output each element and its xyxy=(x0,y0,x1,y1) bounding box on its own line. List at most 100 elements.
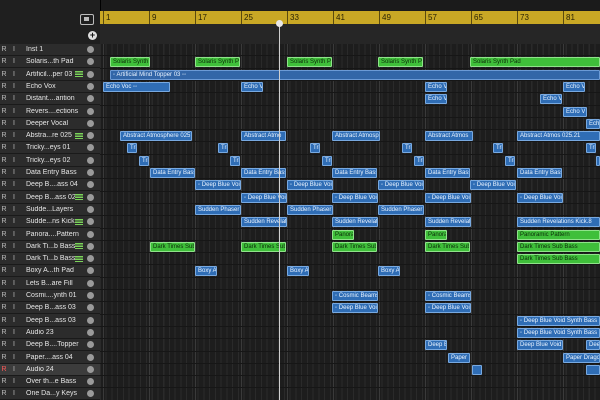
volume-knob[interactable] xyxy=(87,218,94,226)
record-enable-button[interactable]: R xyxy=(0,354,8,361)
region[interactable]: Echo V xyxy=(540,94,562,105)
input-monitor-button[interactable]: I xyxy=(8,218,20,225)
record-enable-button[interactable]: R xyxy=(0,292,8,299)
track-row[interactable]: R I Over th...e Bass xyxy=(0,376,100,389)
region[interactable]: Echo V xyxy=(241,81,263,92)
volume-knob[interactable] xyxy=(87,242,94,250)
input-monitor-button[interactable]: I xyxy=(8,71,20,78)
input-monitor-button[interactable]: I xyxy=(8,46,20,53)
volume-knob[interactable] xyxy=(87,205,94,213)
volume-knob[interactable] xyxy=(87,107,94,115)
volume-knob[interactable] xyxy=(87,95,94,103)
record-enable-button[interactable]: R xyxy=(0,341,8,348)
track-row[interactable]: R I Boxy A...th Pad xyxy=(0,265,100,278)
region[interactable]: Solaris Synth Pad xyxy=(470,57,600,68)
region[interactable]: ◦ Deep Blue Void Synth Bass 03 xyxy=(517,327,600,338)
input-monitor-button[interactable]: I xyxy=(8,169,20,176)
arrange-area[interactable]: Solaris Synth Solaris Synth Pa Solaris Syn… xyxy=(100,44,600,400)
record-enable-button[interactable]: R xyxy=(0,206,8,213)
region[interactable]: Data Entry Bass xyxy=(425,168,470,178)
record-enable-button[interactable]: R xyxy=(0,71,8,78)
input-monitor-button[interactable]: I xyxy=(8,366,20,373)
region[interactable]: ◦ Deep Blue Void xyxy=(470,180,516,191)
input-monitor-button[interactable]: I xyxy=(8,267,20,274)
volume-knob[interactable] xyxy=(87,316,94,324)
playhead[interactable] xyxy=(279,22,280,400)
track-row[interactable]: R I Artificil...per 03 xyxy=(0,69,100,81)
region[interactable]: Boxy A xyxy=(378,266,400,277)
input-monitor-button[interactable]: I xyxy=(8,231,20,238)
ruler-bar-9[interactable]: 9 xyxy=(149,11,156,24)
region[interactable]: Tri xyxy=(127,143,137,154)
region[interactable] xyxy=(472,364,482,375)
region[interactable]: Tri xyxy=(493,143,503,154)
region[interactable]: Boxy A xyxy=(195,266,217,277)
volume-knob[interactable] xyxy=(87,58,94,66)
region[interactable]: Echo Voc ◦◦ xyxy=(103,81,170,92)
track-row[interactable]: R I Echo Vox xyxy=(0,81,100,93)
record-enable-button[interactable]: R xyxy=(0,132,8,139)
region[interactable]: Sudden Revelati xyxy=(332,217,378,228)
track-row[interactable]: R I Deep B...ass 03 xyxy=(0,302,100,315)
volume-knob[interactable] xyxy=(87,353,94,361)
input-monitor-button[interactable]: I xyxy=(8,255,20,262)
track-row[interactable]: R I Lets B...are Fill xyxy=(0,278,100,290)
region[interactable]: Deep Blue Void xyxy=(517,340,563,351)
region[interactable]: Paper D xyxy=(448,352,470,363)
input-monitor-button[interactable]: I xyxy=(8,280,20,287)
record-enable-button[interactable]: R xyxy=(0,243,8,250)
track-row[interactable]: R I Inst 1 xyxy=(0,44,100,56)
input-monitor-button[interactable]: I xyxy=(8,329,20,336)
region[interactable] xyxy=(586,364,600,375)
record-enable-button[interactable]: R xyxy=(0,231,8,238)
input-monitor-button[interactable]: I xyxy=(8,243,20,250)
track-row[interactable]: R I Deeper Vocal xyxy=(0,118,100,130)
track-row[interactable]: R I Dark Ti...b Bass xyxy=(0,241,100,253)
region[interactable]: Tri xyxy=(230,155,240,166)
volume-knob[interactable] xyxy=(87,378,94,386)
record-enable-button[interactable]: R xyxy=(0,267,8,274)
record-enable-button[interactable]: R xyxy=(0,194,8,201)
track-row[interactable]: R I Deep B....ass 04 xyxy=(0,179,100,192)
record-enable-button[interactable]: R xyxy=(0,255,8,262)
region[interactable]: Sudden Phaser L xyxy=(195,204,241,215)
region[interactable]: Solaris Synth Pa xyxy=(195,57,240,68)
region[interactable]: Abstract Atmos 025.21 xyxy=(517,131,600,142)
region[interactable]: Dark Times Sub xyxy=(150,241,195,252)
input-monitor-button[interactable]: I xyxy=(8,292,20,299)
volume-knob[interactable] xyxy=(87,181,94,189)
input-monitor-button[interactable]: I xyxy=(8,378,20,385)
region[interactable]: ◦ Deep Blue Void Synth Bass 03 xyxy=(517,315,600,326)
track-row[interactable]: R I Sudde...Layers xyxy=(0,204,100,216)
track-row[interactable]: R I Cosmi....ynth 01 xyxy=(0,290,100,302)
track-row[interactable]: R I Tricky...eys 01 xyxy=(0,142,100,155)
track-row[interactable]: R I Abstra...re 025 xyxy=(0,130,100,143)
record-enable-button[interactable]: R xyxy=(0,120,8,127)
volume-knob[interactable] xyxy=(87,230,94,238)
region[interactable]: Tri xyxy=(505,155,515,166)
region[interactable]: Data Entry Bass xyxy=(150,168,195,178)
input-monitor-button[interactable]: I xyxy=(8,144,20,151)
region[interactable]: ◦ Deep Blue Void xyxy=(517,192,563,203)
ruler-bar-41[interactable]: 41 xyxy=(333,11,345,24)
region[interactable]: Tri xyxy=(139,155,149,166)
track-row[interactable]: R I Deep B...ass 03 xyxy=(0,315,100,327)
volume-knob[interactable] xyxy=(87,46,94,53)
input-monitor-button[interactable]: I xyxy=(8,157,20,164)
ruler-bar-25[interactable]: 25 xyxy=(241,11,253,24)
region[interactable]: ◦ Cosmic Beams xyxy=(332,291,378,301)
input-monitor-button[interactable]: I xyxy=(8,317,20,324)
track-row[interactable]: R I Data Entry Bass xyxy=(0,167,100,179)
volume-knob[interactable] xyxy=(87,156,94,164)
input-monitor-button[interactable]: I xyxy=(8,58,20,65)
input-monitor-button[interactable]: I xyxy=(8,132,20,139)
region[interactable]: Dark Times Sub xyxy=(332,241,377,252)
region[interactable]: Tri xyxy=(218,143,228,154)
track-row[interactable]: R I Deep B...ass 02 xyxy=(0,192,100,204)
input-monitor-button[interactable]: I xyxy=(8,206,20,213)
region[interactable]: Tri xyxy=(310,143,320,154)
volume-knob[interactable] xyxy=(87,292,94,299)
ruler-bar-33[interactable]: 33 xyxy=(287,11,299,24)
region[interactable]: Abstract Atmos xyxy=(425,131,473,142)
track-row[interactable]: R I Audio 23 xyxy=(0,327,100,339)
